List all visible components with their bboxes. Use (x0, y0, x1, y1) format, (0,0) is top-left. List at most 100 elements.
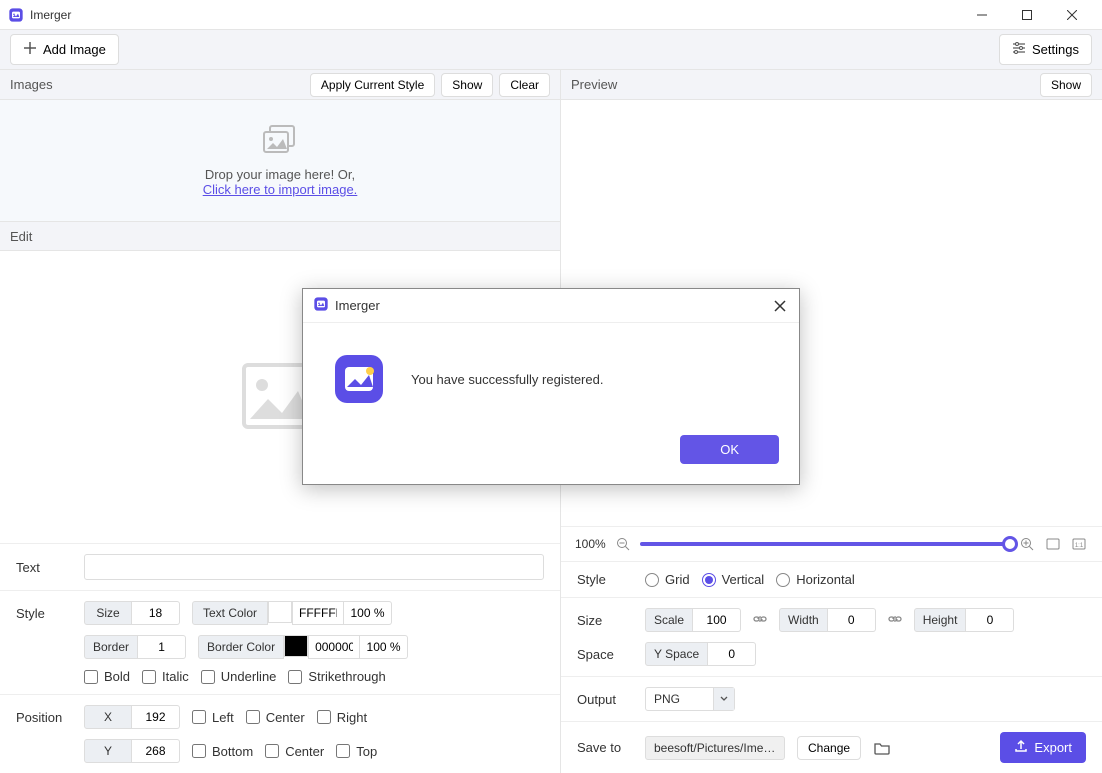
zoom-thumb[interactable] (1002, 536, 1018, 552)
output-label: Output (577, 692, 633, 707)
link-icon-2[interactable] (888, 612, 902, 629)
preview-show-button[interactable]: Show (1040, 73, 1092, 97)
change-path-button[interactable]: Change (797, 736, 861, 760)
bordercolor-label: Border Color (198, 635, 284, 659)
pos-top-checkbox[interactable]: Top (336, 744, 377, 759)
border-label: Border (84, 635, 138, 659)
style-label: Style (16, 606, 72, 621)
save-label: Save to (577, 740, 633, 755)
window-close[interactable] (1049, 0, 1094, 30)
modal-close-icon[interactable] (771, 297, 789, 315)
textcolor-swatch[interactable] (268, 601, 292, 623)
width-input[interactable] (828, 608, 876, 632)
zoom-row: 100% 1:1 (561, 526, 1102, 561)
image-stack-icon (262, 124, 298, 157)
text-section: Text (0, 543, 560, 590)
save-section: Save to beesoft/Pictures/Imerger Change … (561, 721, 1102, 773)
style-horizontal-radio[interactable]: Horizontal (776, 572, 855, 587)
textcolor-input[interactable] (292, 601, 344, 625)
settings-button[interactable]: Settings (999, 34, 1092, 65)
show-images-button[interactable]: Show (441, 73, 493, 97)
apply-style-button[interactable]: Apply Current Style (310, 73, 435, 97)
position-label: Position (16, 710, 72, 725)
import-link[interactable]: Click here to import image. (203, 182, 358, 197)
images-title: Images (10, 77, 304, 92)
register-dialog: Imerger You have successfully registered… (302, 288, 800, 485)
position-section: Position X Left Center Right Y Bottom Ce… (0, 694, 560, 773)
right-size-section: Size Scale Width Height Space (561, 597, 1102, 676)
modal-title: Imerger (335, 298, 771, 313)
underline-checkbox[interactable]: Underline (201, 669, 277, 684)
chevron-down-icon (713, 688, 734, 710)
images-header: Images Apply Current Style Show Clear (0, 70, 560, 100)
window-maximize[interactable] (1004, 0, 1049, 30)
height-label: Height (914, 608, 967, 632)
size-label: Size (84, 601, 132, 625)
scale-label: Scale (645, 608, 693, 632)
save-path: beesoft/Pictures/Imerger (645, 736, 785, 760)
right-size-label: Size (577, 613, 633, 628)
drop-zone[interactable]: Drop your image here! Or, Click here to … (0, 100, 560, 221)
plus-icon (23, 41, 37, 58)
strikethrough-checkbox[interactable]: Strikethrough (288, 669, 385, 684)
svg-text:1:1: 1:1 (1075, 543, 1084, 549)
textcolor-label: Text Color (192, 601, 268, 625)
modal-app-icon (313, 296, 329, 315)
yspace-label: Y Space (645, 642, 708, 666)
pos-left-checkbox[interactable]: Left (192, 710, 234, 725)
export-button[interactable]: Export (1000, 732, 1086, 763)
textcolor-pct-input[interactable] (344, 601, 392, 625)
height-input[interactable] (966, 608, 1014, 632)
export-icon (1014, 739, 1028, 756)
y-label: Y (84, 739, 132, 763)
app-icon (8, 7, 24, 23)
style-grid-radio[interactable]: Grid (645, 572, 690, 587)
drop-text: Drop your image here! Or, (205, 167, 355, 182)
export-label: Export (1034, 740, 1072, 755)
folder-icon[interactable] (873, 739, 891, 757)
titlebar: Imerger (0, 0, 1102, 30)
width-label: Width (779, 608, 828, 632)
add-image-label: Add Image (43, 42, 106, 57)
actual-size-icon[interactable]: 1:1 (1070, 535, 1088, 553)
right-style-label: Style (577, 572, 633, 587)
pos-right-checkbox[interactable]: Right (317, 710, 367, 725)
modal-ok-button[interactable]: OK (680, 435, 779, 464)
bordercolor-input[interactable] (308, 635, 360, 659)
link-icon[interactable] (753, 612, 767, 629)
toolbar: Add Image Settings (0, 30, 1102, 70)
edit-header: Edit (0, 221, 560, 251)
size-input[interactable] (132, 601, 180, 625)
zoom-out-icon[interactable] (614, 535, 632, 553)
clear-images-button[interactable]: Clear (499, 73, 550, 97)
window-minimize[interactable] (959, 0, 1004, 30)
preview-title: Preview (571, 77, 1034, 92)
style-vertical-radio[interactable]: Vertical (702, 572, 765, 587)
right-style-section: Style Grid Vertical Horizontal (561, 561, 1102, 597)
y-input[interactable] (132, 739, 180, 763)
fit-screen-icon[interactable] (1044, 535, 1062, 553)
text-label: Text (16, 560, 72, 575)
app-title: Imerger (30, 8, 959, 22)
pos-center1-checkbox[interactable]: Center (246, 710, 305, 725)
pos-bottom-checkbox[interactable]: Bottom (192, 744, 253, 759)
bordercolor-pct-input[interactable] (360, 635, 408, 659)
text-input[interactable] (84, 554, 544, 580)
modal-message: You have successfully registered. (411, 372, 603, 387)
output-format-select[interactable]: PNG (645, 687, 735, 711)
scale-input[interactable] (693, 608, 741, 632)
bordercolor-swatch[interactable] (284, 635, 308, 657)
style-section: Style Size Text Color Border (0, 590, 560, 694)
zoom-in-icon[interactable] (1018, 535, 1036, 553)
zoom-slider[interactable] (640, 542, 1010, 546)
modal-logo-icon (333, 353, 385, 405)
border-input[interactable] (138, 635, 186, 659)
x-label: X (84, 705, 132, 729)
x-input[interactable] (132, 705, 180, 729)
bold-checkbox[interactable]: Bold (84, 669, 130, 684)
yspace-input[interactable] (708, 642, 756, 666)
italic-checkbox[interactable]: Italic (142, 669, 189, 684)
add-image-button[interactable]: Add Image (10, 34, 119, 65)
pos-center2-checkbox[interactable]: Center (265, 744, 324, 759)
output-section: Output PNG (561, 676, 1102, 721)
